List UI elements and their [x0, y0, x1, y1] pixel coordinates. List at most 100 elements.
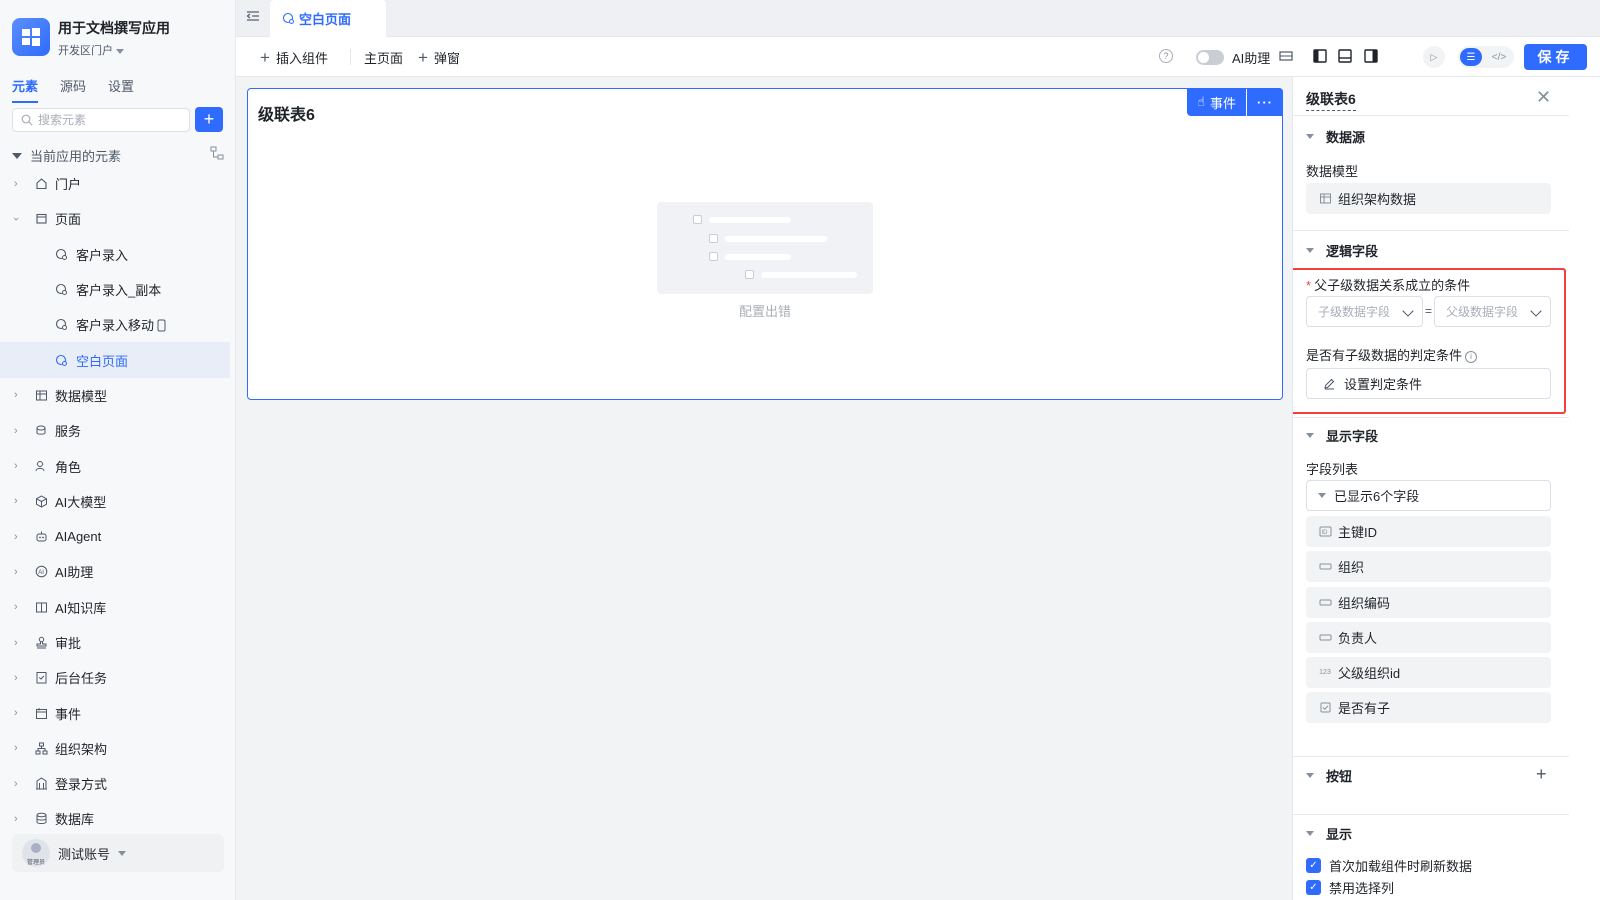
collapse-all-icon[interactable]: [210, 146, 224, 160]
database-icon: [34, 812, 48, 826]
field-item-owner[interactable]: 负责人: [1306, 622, 1551, 653]
sidebar-item-customer-entry-copy[interactable]: 客户录入_副本: [0, 272, 230, 307]
page-gear-icon: [282, 12, 294, 24]
fields-shown-dropdown[interactable]: 已显示6个字段: [1306, 480, 1551, 511]
chevron-right-icon[interactable]: ›: [14, 707, 18, 719]
portal-selector[interactable]: 开发区门户: [58, 42, 124, 58]
sidebar-item-database[interactable]: › 数据库: [0, 801, 230, 836]
data-model-field[interactable]: 组织架构数据: [1306, 183, 1551, 214]
toolbar: + 插入组件 主页面 + 弹窗 ? AI助理 ▷ ☰ </> 保存: [236, 37, 1600, 77]
field-label: 组织: [1338, 560, 1365, 575]
chevron-right-icon[interactable]: ›: [14, 178, 18, 190]
sidebar-item-ai-model[interactable]: › AI大模型: [0, 484, 230, 519]
chevron-right-icon[interactable]: ›: [14, 813, 18, 825]
refresh-on-load-checkbox[interactable]: ✓ 首次加载组件时刷新数据: [1306, 856, 1472, 875]
sidebar-item-pages[interactable]: › 页面: [0, 201, 230, 236]
chevron-right-icon[interactable]: ›: [14, 601, 18, 613]
code-mode-icon[interactable]: </>: [1488, 48, 1510, 66]
sidebar-item-approval[interactable]: › 审批: [0, 625, 230, 660]
sidebar-item-event[interactable]: › 事件: [0, 695, 230, 730]
tab-settings[interactable]: 设置: [108, 76, 134, 103]
svg-text:ID: ID: [1321, 530, 1328, 536]
sidebar-item-ai-agent[interactable]: › AIAgent: [0, 519, 230, 554]
add-element-button[interactable]: +: [195, 107, 223, 132]
sidebar-item-ai-knowledge[interactable]: › AI知识库: [0, 590, 230, 625]
chevron-down-icon[interactable]: ›: [10, 217, 22, 221]
table-icon: [1318, 192, 1332, 206]
mode-switch[interactable]: ☰ </>: [1458, 46, 1514, 68]
insert-component-button[interactable]: + 插入组件: [260, 48, 328, 67]
field-item-org[interactable]: 组织: [1306, 551, 1551, 582]
search-input[interactable]: [38, 113, 178, 127]
sidebar-item-portal[interactable]: › 门户: [0, 166, 230, 201]
chevron-right-icon[interactable]: ›: [14, 389, 18, 401]
field-item-has-child[interactable]: 是否有子: [1306, 692, 1551, 723]
field-item-org-code[interactable]: 组织编码: [1306, 587, 1551, 618]
close-icon[interactable]: ✕: [1536, 88, 1551, 106]
chevron-right-icon[interactable]: ›: [14, 566, 18, 578]
page-gear-icon: [54, 247, 68, 261]
sidebar-item-label: 数据库: [55, 812, 95, 828]
chevron-right-icon[interactable]: ›: [14, 778, 18, 790]
set-condition-button[interactable]: 设置判定条件: [1306, 368, 1551, 399]
chevron-right-icon[interactable]: ›: [14, 637, 18, 649]
parent-field-select[interactable]: 父级数据字段: [1434, 296, 1551, 327]
add-button-icon[interactable]: +: [1536, 765, 1547, 783]
chevron-right-icon[interactable]: ›: [14, 531, 18, 543]
sidebar-item-ai-assistant[interactable]: › AI AI助理: [0, 554, 230, 589]
disable-select-column-checkbox[interactable]: ✓ 禁用选择列: [1306, 878, 1394, 897]
sidebar: 用于文档撰写应用 开发区门户 元素 源码 设置 + 当前应用的元素 › 门户 › 页…: [0, 0, 236, 900]
section-buttons[interactable]: 按钮: [1306, 766, 1352, 785]
design-mode-icon[interactable]: ☰: [1460, 48, 1482, 66]
chevron-right-icon[interactable]: ›: [14, 742, 18, 754]
preview-play-icon[interactable]: ▷: [1423, 46, 1445, 68]
section-display-fields[interactable]: 显示字段: [1306, 426, 1378, 445]
panel-title[interactable]: 级联表6: [1306, 89, 1356, 111]
chevron-right-icon[interactable]: ›: [14, 460, 18, 472]
save-button[interactable]: 保存: [1524, 44, 1587, 70]
section-data-source[interactable]: 数据源: [1306, 127, 1365, 146]
cascade-table-component[interactable]: 级联表6 ☝ 事件 ··· 配置出错: [247, 88, 1283, 400]
tab-blank-page[interactable]: 空白页面: [270, 0, 386, 37]
event-button[interactable]: ☝ 事件: [1187, 88, 1246, 116]
account-menu[interactable]: 管理员 测试账号: [12, 834, 224, 872]
sidebar-item-customer-entry[interactable]: 客户录入: [0, 237, 230, 272]
section-logic-fields[interactable]: 逻辑字段: [1306, 241, 1378, 260]
sidebar-item-org[interactable]: › 组织架构: [0, 731, 230, 766]
ai-assistant-toggle[interactable]: [1196, 50, 1224, 65]
component-title: 级联表6: [258, 107, 315, 124]
layout-right-panel-icon[interactable]: [1364, 49, 1378, 63]
field-item-parent-org-id[interactable]: 123 父级组织id: [1306, 657, 1551, 688]
field-item-id[interactable]: ID 主键ID: [1306, 516, 1551, 547]
condition-selector-row: 子级数据字段 = 父级数据字段: [1306, 296, 1551, 327]
chevron-right-icon[interactable]: ›: [14, 425, 18, 437]
sidebar-item-role[interactable]: › 角色: [0, 448, 230, 483]
config-error-text: 配置出错: [738, 304, 791, 319]
sidebar-item-login-method[interactable]: › 登录方式: [0, 766, 230, 801]
sidebar-item-data-model[interactable]: › 数据模型: [0, 378, 230, 413]
page-gear-icon: [54, 283, 68, 297]
section-display[interactable]: 显示: [1306, 824, 1352, 843]
layout-compact-icon[interactable]: [1279, 49, 1293, 63]
help-icon[interactable]: ?: [1159, 49, 1173, 63]
tab-elements[interactable]: 元素: [12, 76, 39, 103]
sidebar-item-label: 事件: [55, 706, 82, 722]
chevron-right-icon[interactable]: ›: [14, 672, 18, 684]
login-icon: [34, 777, 48, 791]
more-options-button[interactable]: ···: [1247, 88, 1283, 116]
chevron-right-icon[interactable]: ›: [14, 495, 18, 507]
child-field-select[interactable]: 子级数据字段: [1306, 296, 1423, 327]
sidebar-item-service[interactable]: › 服务: [0, 413, 230, 448]
main-page-button[interactable]: 主页面: [364, 48, 403, 67]
layout-left-panel-icon[interactable]: [1313, 49, 1327, 63]
tab-source[interactable]: 源码: [60, 76, 86, 103]
sidebar-item-customer-entry-mobile[interactable]: 客户录入移动: [0, 307, 230, 342]
popup-button[interactable]: + 弹窗: [418, 48, 460, 67]
robot-icon: [34, 530, 48, 544]
tree-header[interactable]: 当前应用的元素: [12, 146, 224, 165]
info-icon[interactable]: i: [1465, 350, 1478, 363]
layout-bottom-panel-icon[interactable]: [1338, 49, 1352, 63]
sidebar-item-background-task[interactable]: › 后台任务: [0, 660, 230, 695]
menu-fold-icon[interactable]: [246, 10, 260, 22]
sidebar-item-blank-page[interactable]: 空白页面: [0, 342, 230, 378]
